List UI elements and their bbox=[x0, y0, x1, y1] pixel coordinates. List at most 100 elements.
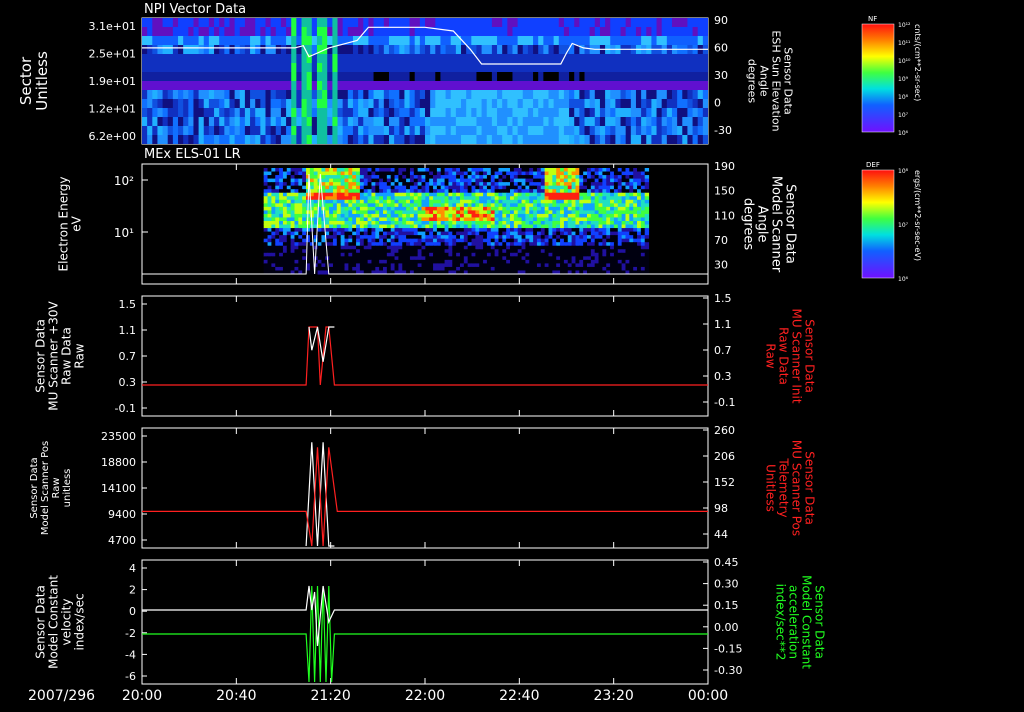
heatmap-1-cell bbox=[419, 126, 426, 136]
heatmap-1-cell bbox=[332, 36, 339, 46]
heatmap-2-cell bbox=[290, 196, 295, 201]
heatmap-1-cell bbox=[342, 90, 349, 100]
heatmap-2-cell bbox=[544, 266, 550, 271]
heatmap-2-cell bbox=[409, 252, 415, 257]
heatmap-1-cell bbox=[589, 72, 596, 82]
heatmap-2-cell bbox=[525, 242, 530, 247]
heatmap-1-cell bbox=[286, 36, 292, 46]
heatmap-1-cell bbox=[178, 126, 184, 136]
heatmap-1-cell bbox=[316, 126, 323, 136]
heatmap-1-cell bbox=[368, 117, 375, 127]
heatmap-2-cell bbox=[367, 231, 372, 236]
heatmap-2-cell bbox=[483, 210, 488, 215]
heatmap-2-cell bbox=[571, 203, 576, 208]
heatmap-1-cell bbox=[476, 108, 483, 118]
heatmap-2-cell bbox=[379, 238, 384, 243]
heatmap-1-cell bbox=[250, 99, 256, 109]
heatmap-2-cell bbox=[640, 168, 646, 173]
heatmap-1-cell bbox=[178, 81, 184, 91]
heatmap-2-cell bbox=[633, 192, 638, 197]
heatmap-2-cell bbox=[479, 221, 484, 226]
colorbar-1-tick: 10⁶ bbox=[898, 130, 909, 137]
heatmap-2-cell bbox=[340, 199, 346, 204]
heatmap-1-cell bbox=[563, 81, 570, 91]
heatmap-2-cell bbox=[440, 189, 446, 194]
heatmap-1-cell bbox=[605, 126, 611, 136]
heatmap-1-cell bbox=[615, 90, 622, 100]
heatmap-2-cell bbox=[610, 252, 615, 257]
heatmap-1-cell bbox=[414, 36, 421, 46]
heatmap-2-cell bbox=[579, 224, 584, 229]
heatmap-1-cell bbox=[347, 117, 354, 127]
heatmap-1-cell bbox=[697, 54, 704, 64]
heatmap-1-cell bbox=[178, 108, 184, 118]
heatmap-1-cell bbox=[311, 117, 318, 127]
heatmap-1-cell bbox=[491, 81, 498, 91]
heatmap-1-cell bbox=[404, 117, 411, 127]
heatmap-1-cell bbox=[574, 54, 580, 64]
heatmap-1-cell bbox=[455, 108, 462, 118]
heatmap-2-cell bbox=[317, 224, 322, 229]
heatmap-2-cell bbox=[556, 224, 561, 229]
heatmap-2-cell bbox=[486, 175, 492, 180]
heatmap-2-cell bbox=[517, 259, 523, 264]
y-tick-label-left-p5: 4 bbox=[129, 562, 136, 575]
heatmap-2-cell bbox=[606, 185, 611, 190]
heatmap-2-cell bbox=[267, 238, 272, 243]
heatmap-2-cell bbox=[406, 259, 411, 264]
heatmap-1-cell bbox=[558, 36, 565, 46]
heatmap-2-cell bbox=[536, 199, 542, 204]
heatmap-1-cell bbox=[383, 36, 390, 46]
heatmap-2-cell bbox=[356, 196, 361, 201]
heatmap-2-cell bbox=[579, 259, 584, 264]
heatmap-2-cell bbox=[525, 231, 530, 236]
heatmap-1-cell bbox=[214, 108, 220, 118]
heatmap-2-cell bbox=[610, 203, 615, 208]
heatmap-2-cell bbox=[386, 175, 392, 180]
heatmap-1-cell bbox=[466, 99, 472, 109]
heatmap-2-cell bbox=[598, 182, 603, 187]
heatmap-1-cell bbox=[183, 135, 189, 144]
heatmap-2-cell bbox=[483, 217, 488, 222]
heatmap-2-cell bbox=[525, 224, 530, 229]
heatmap-1-cell bbox=[491, 18, 498, 28]
heatmap-2-cell bbox=[613, 228, 619, 233]
heatmap-1-cell bbox=[630, 27, 637, 37]
heatmap-2-cell bbox=[494, 252, 499, 257]
heatmap-2-cell bbox=[521, 249, 526, 254]
heatmap-2-cell bbox=[590, 175, 596, 180]
heatmap-1-cell bbox=[296, 63, 303, 73]
heatmap-1-cell bbox=[409, 135, 416, 144]
heatmap-2-cell bbox=[467, 192, 473, 197]
heatmap-2-cell bbox=[398, 168, 403, 173]
heatmap-2-cell bbox=[475, 203, 480, 208]
heatmap-2-cell bbox=[436, 224, 442, 229]
heatmap-1-cell bbox=[461, 135, 467, 144]
heatmap-1-cell bbox=[563, 108, 570, 118]
heatmap-2-cell bbox=[552, 235, 557, 240]
heatmap-1-cell bbox=[404, 54, 411, 64]
heatmap-1-cell bbox=[440, 54, 447, 64]
heatmap-1-cell bbox=[697, 126, 704, 136]
heatmap-2-cell bbox=[444, 192, 449, 197]
heatmap-2-cell bbox=[425, 175, 430, 180]
heatmap-1-cell bbox=[455, 81, 462, 91]
heatmap-1-cell bbox=[265, 126, 272, 136]
heatmap-1-cell bbox=[244, 27, 251, 37]
heatmap-1-cell bbox=[244, 117, 251, 127]
heatmap-2-cell bbox=[552, 263, 557, 268]
heatmap-1-cell bbox=[491, 99, 498, 109]
heatmap-1-cell bbox=[234, 18, 241, 28]
heatmap-2-cell bbox=[567, 266, 573, 271]
heatmap-2-cell bbox=[375, 256, 380, 261]
heatmap-1-cell bbox=[486, 81, 493, 91]
heatmap-1-cell bbox=[214, 27, 220, 37]
heatmap-2-cell bbox=[479, 185, 484, 190]
heatmap-2-cell bbox=[271, 266, 276, 271]
heatmap-2-cell bbox=[475, 266, 480, 271]
heatmap-1-cell bbox=[296, 36, 303, 46]
heatmap-2-cell bbox=[386, 238, 392, 243]
heatmap-1-cell bbox=[594, 27, 601, 37]
heatmap-2-cell bbox=[594, 185, 600, 190]
heatmap-2-cell bbox=[371, 242, 376, 247]
